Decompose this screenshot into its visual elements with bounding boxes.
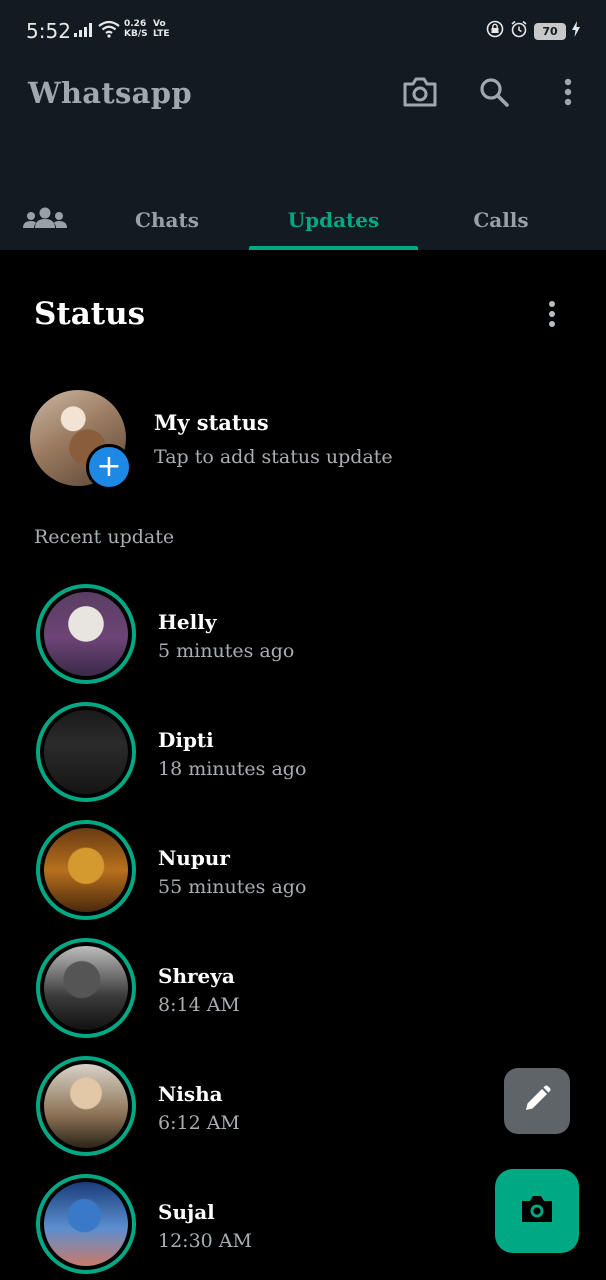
camera-icon[interactable] xyxy=(400,72,440,112)
status-ring xyxy=(36,1174,136,1274)
system-status-bar: 5:52 0.26 KB/S Vo LTE 70 xyxy=(0,0,606,60)
app-bar: Whatsapp Chats Updates Calls xyxy=(0,60,606,250)
list-item[interactable]: Helly 5 minutes ago xyxy=(36,584,576,688)
status-ring xyxy=(36,702,136,802)
update-time: 55 minutes ago xyxy=(158,876,307,898)
recent-updates-label: Recent update xyxy=(34,526,175,548)
alarm-icon xyxy=(510,20,528,42)
avatar xyxy=(44,946,128,1030)
update-time: 12:30 AM xyxy=(158,1230,252,1252)
wifi-icon xyxy=(98,20,120,42)
active-tab-indicator xyxy=(249,246,418,250)
edit-text-status-button[interactable] xyxy=(504,1068,570,1134)
charging-icon xyxy=(572,21,580,41)
more-vert-icon[interactable] xyxy=(548,72,588,112)
tab-chats[interactable]: Chats xyxy=(82,190,252,250)
list-item[interactable]: Shreya 8:14 AM xyxy=(36,938,576,1042)
tab-calls[interactable]: Calls xyxy=(416,190,586,250)
status-ring xyxy=(36,1056,136,1156)
update-time: 6:12 AM xyxy=(158,1112,240,1134)
status-icons-right: 70 xyxy=(486,20,580,42)
add-status-icon[interactable]: + xyxy=(86,444,132,490)
section-title: Status xyxy=(34,296,146,332)
contact-name: Sujal xyxy=(158,1200,215,1224)
tab-bar: Chats Updates Calls xyxy=(0,190,606,250)
avatar xyxy=(44,828,128,912)
status-ring xyxy=(36,584,136,684)
status-ring xyxy=(36,820,136,920)
network-speed: 0.26 KB/S xyxy=(124,19,148,39)
contact-name: Helly xyxy=(158,610,217,634)
search-icon[interactable] xyxy=(474,72,514,112)
battery-icon: 70 xyxy=(534,22,566,40)
my-status-row[interactable]: + My status Tap to add status update xyxy=(30,390,590,490)
list-item[interactable]: Dipti 18 minutes ago xyxy=(36,702,576,806)
tab-updates[interactable]: Updates xyxy=(249,190,418,250)
volte-indicator: Vo LTE xyxy=(153,19,170,39)
update-time: 18 minutes ago xyxy=(158,758,307,780)
update-time: 8:14 AM xyxy=(158,994,240,1016)
contact-name: Nisha xyxy=(158,1082,223,1106)
my-status-subtitle: Tap to add status update xyxy=(154,446,393,468)
list-item[interactable]: Nupur 55 minutes ago xyxy=(36,820,576,924)
update-time: 5 minutes ago xyxy=(158,640,295,662)
status-ring xyxy=(36,938,136,1038)
communities-icon xyxy=(23,206,67,235)
list-item[interactable]: Nisha 6:12 AM xyxy=(36,1056,576,1160)
avatar xyxy=(44,592,128,676)
avatar xyxy=(44,1182,128,1266)
avatar xyxy=(44,1064,128,1148)
my-status-name: My status xyxy=(154,410,269,435)
status-more-vert-icon[interactable] xyxy=(536,298,568,330)
clock: 5:52 xyxy=(26,19,71,43)
camera-status-button[interactable] xyxy=(495,1169,579,1253)
contact-name: Dipti xyxy=(158,728,214,752)
tab-communities[interactable] xyxy=(0,190,90,250)
lock-icon xyxy=(486,20,504,42)
signal-icon xyxy=(74,22,94,41)
pencil-icon xyxy=(522,1084,552,1118)
camera-icon xyxy=(520,1194,554,1228)
contact-name: Nupur xyxy=(158,846,230,870)
contact-name: Shreya xyxy=(158,964,235,988)
app-title: Whatsapp xyxy=(28,76,192,110)
avatar xyxy=(44,710,128,794)
